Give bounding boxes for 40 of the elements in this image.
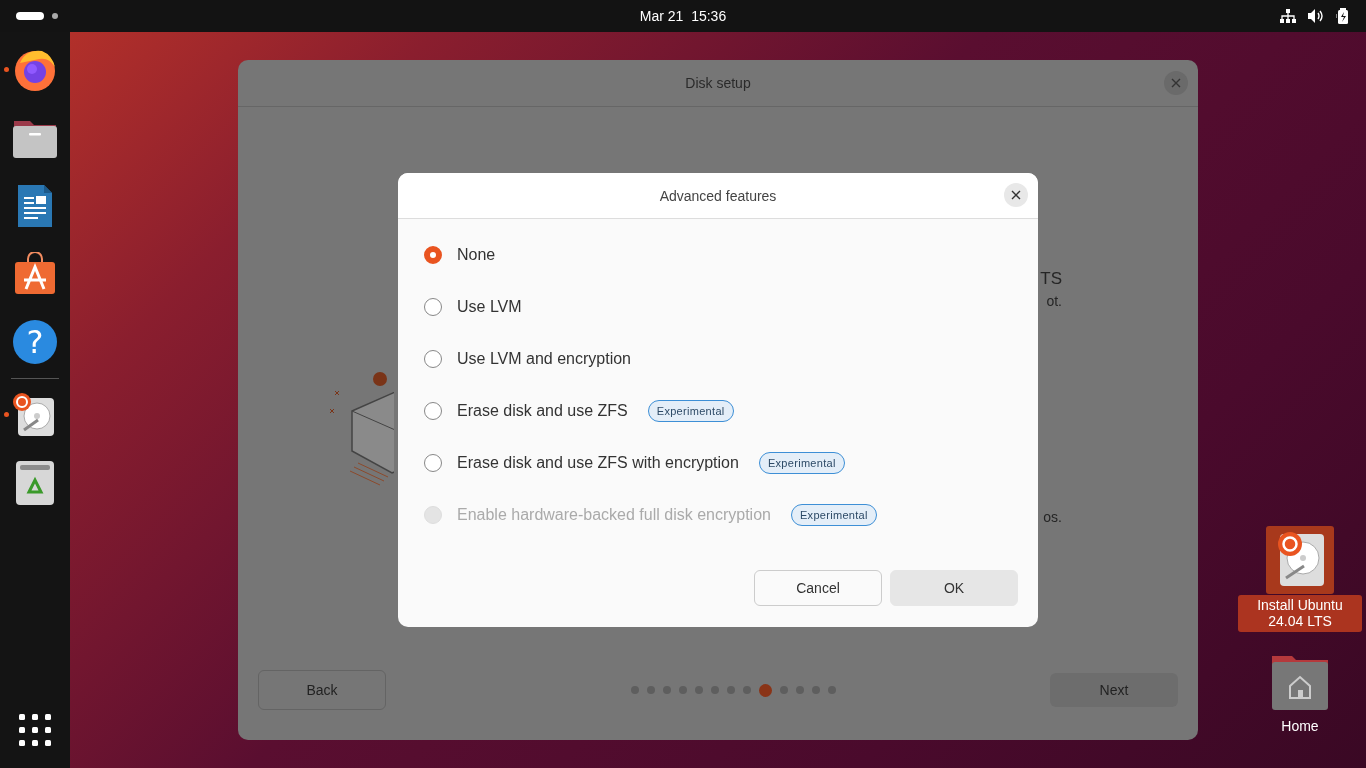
disk-installer-icon[interactable] xyxy=(1266,526,1334,594)
back-button[interactable]: Back xyxy=(258,670,386,710)
option-label[interactable]: None xyxy=(457,246,496,264)
background-text: TS xyxy=(1040,269,1062,289)
experimental-tag: Experimental xyxy=(790,504,877,526)
option-label[interactable]: Erase disk and use ZFS xyxy=(457,402,628,420)
shopping-bag-icon[interactable] xyxy=(13,252,57,296)
volume-icon[interactable] xyxy=(1308,9,1324,23)
dialog-title: Advanced features xyxy=(659,187,777,204)
radio-button[interactable] xyxy=(424,402,442,420)
option-label[interactable]: Use LVM and encryption xyxy=(457,350,631,368)
workspace-dot-icon[interactable] xyxy=(52,13,58,19)
experimental-tag: Experimental xyxy=(758,452,845,474)
desktop-icon-label[interactable]: Home xyxy=(1238,716,1362,737)
dock-item[interactable]: ? xyxy=(0,318,70,366)
desktop-icon-label[interactable]: Install Ubuntu 24.04 LTS xyxy=(1238,595,1362,632)
document-icon[interactable] xyxy=(16,183,54,229)
home-folder-icon[interactable] xyxy=(1272,654,1328,710)
window-title: Disk setup xyxy=(685,75,751,91)
radio-button[interactable] xyxy=(424,246,442,264)
ok-button[interactable]: OK xyxy=(890,570,1018,606)
background-text: os. xyxy=(1043,509,1062,525)
close-button[interactable] xyxy=(1004,183,1028,207)
app-grid-icon[interactable] xyxy=(19,714,51,746)
close-icon xyxy=(1171,78,1181,88)
battery-icon[interactable] xyxy=(1336,8,1350,24)
option-label[interactable]: Use LVM xyxy=(457,298,522,316)
radio-button[interactable] xyxy=(424,350,442,368)
close-icon xyxy=(1011,190,1021,200)
experimental-tag: Experimental xyxy=(647,400,734,422)
clock[interactable]: Mar 21 15:36 xyxy=(639,8,727,24)
network-icon[interactable] xyxy=(1280,9,1296,23)
background-text: ot. xyxy=(1046,293,1062,309)
option-label[interactable]: Erase disk and use ZFS with encryption xyxy=(457,454,739,472)
cancel-button[interactable]: Cancel xyxy=(754,570,882,606)
help-icon[interactable]: ? xyxy=(13,320,57,364)
recycle-bin-icon[interactable] xyxy=(15,460,55,506)
radio-button[interactable] xyxy=(424,298,442,316)
workspace-indicator-icon[interactable] xyxy=(16,12,44,20)
radio-button[interactable] xyxy=(424,454,442,472)
